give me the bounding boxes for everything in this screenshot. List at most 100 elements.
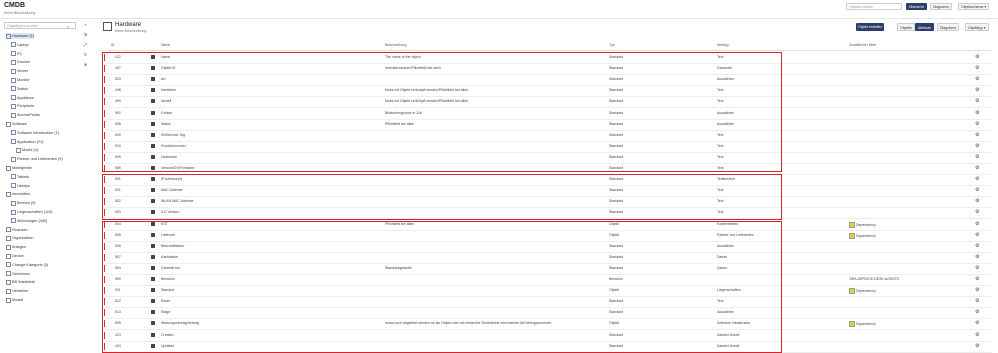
drag-handle[interactable]	[104, 54, 105, 61]
drag-handle[interactable]	[104, 220, 105, 228]
gear-icon[interactable]: ⚙	[975, 76, 979, 82]
gear-icon[interactable]: ⚙	[975, 187, 979, 193]
sidebar-item[interactable]: Switch	[11, 86, 28, 92]
drag-handle[interactable]	[104, 309, 105, 317]
attribute-name[interactable]: Version/OS/Firmware	[161, 166, 194, 170]
attribute-name[interactable]: SN/Service Tag	[161, 133, 185, 137]
drag-handle[interactable]	[104, 198, 105, 206]
gear-icon[interactable]: ⚙	[975, 320, 979, 326]
gear-icon[interactable]: ⚙	[975, 198, 979, 204]
gear-icon[interactable]: ⚙	[975, 87, 979, 93]
drag-handle[interactable]	[104, 287, 105, 295]
drag-handle[interactable]	[104, 342, 105, 350]
drag-handle[interactable]	[104, 331, 105, 339]
gear-icon[interactable]: ⚙	[975, 132, 979, 138]
attribute-name[interactable]: Status	[161, 122, 171, 126]
drag-handle[interactable]	[104, 109, 105, 117]
drag-handle[interactable]	[104, 320, 105, 328]
tab-attributes[interactable]: Attribute	[915, 23, 935, 31]
object-search-input[interactable]: Objekte suchen	[846, 3, 902, 10]
attribute-name[interactable]: Beschaffdatum	[161, 244, 184, 248]
sidebar-item[interactable]: Software Infrastruktur (1)	[11, 130, 59, 136]
sidebar-item[interactable]: Laptop	[11, 42, 29, 48]
overview-button[interactable]: Übersicht	[906, 3, 927, 10]
gear-icon[interactable]: ⚙	[975, 287, 979, 293]
expand-icon[interactable]: ⤢	[82, 42, 89, 48]
gear-icon[interactable]: ⚙	[975, 265, 979, 271]
attribute-name[interactable]: Standort	[161, 288, 174, 292]
drag-handle[interactable]	[104, 131, 105, 139]
search-icon[interactable]: ⌕	[67, 24, 69, 29]
attribute-name[interactable]: Created	[161, 333, 173, 337]
drag-handle[interactable]	[104, 165, 105, 172]
collapse-icon[interactable]: «	[82, 22, 89, 28]
sidebar-item[interactable]: Hardware (1)	[6, 33, 35, 39]
gear-icon[interactable]: ⚙	[975, 309, 979, 315]
attribute-name[interactable]: Art	[161, 77, 165, 81]
sidebar-item[interactable]: Software	[6, 121, 27, 127]
gear-icon[interactable]: ⚙	[975, 298, 979, 304]
gear-icon[interactable]: ⚙	[975, 165, 979, 171]
drag-handle[interactable]	[104, 264, 105, 272]
drag-handle[interactable]	[104, 153, 105, 161]
attribute-name[interactable]: Modell	[161, 99, 171, 103]
attribute-name[interactable]: Updated	[161, 344, 174, 348]
gear-icon[interactable]: ⚙	[975, 143, 979, 149]
sidebar-item[interactable]: Change Kategorie (3)	[6, 262, 48, 268]
attribute-name[interactable]: IP Adresse(n)	[161, 177, 182, 181]
drag-handle[interactable]	[104, 65, 105, 73]
sidebar-item[interactable]: Tablets	[11, 174, 29, 180]
drag-handle[interactable]	[104, 98, 105, 106]
sidebar-item[interactable]: Server	[11, 68, 28, 74]
sidebar-item[interactable]: Appliance	[11, 95, 34, 101]
gear-icon[interactable]: ⚙	[975, 276, 979, 282]
drag-handle[interactable]	[104, 120, 105, 128]
drag-handle[interactable]	[104, 253, 105, 261]
gear-icon[interactable]: ⚙	[975, 343, 979, 349]
sidebar-item[interactable]: Immobilien	[6, 191, 30, 197]
attribute-name[interactable]: Garantie bis	[161, 266, 180, 270]
drag-handle[interactable]	[104, 242, 105, 250]
add-icon[interactable]: ⊕	[82, 62, 89, 68]
gear-icon[interactable]: ⚙	[975, 209, 979, 215]
attribute-name[interactable]: Hostname	[161, 155, 177, 159]
sidebar-item[interactable]: Device	[6, 253, 24, 259]
gear-icon[interactable]: ⚙	[975, 98, 979, 104]
sidebar-item[interactable]: Monitor	[11, 77, 30, 83]
sidebar-item[interactable]: Modell	[6, 297, 23, 303]
attribute-name[interactable]: Benutzer	[161, 277, 175, 281]
gear-icon[interactable]: ⚙	[975, 121, 979, 127]
drag-handle[interactable]	[104, 231, 105, 239]
attribute-name[interactable]: Wartungsvertrag/Vertrag	[161, 321, 199, 325]
gear-icon[interactable]: ⚙	[975, 254, 979, 260]
sidebar-item[interactable]: Liegenschaften (110)	[11, 209, 52, 215]
gear-icon[interactable]: ⚙	[975, 154, 979, 160]
attribute-name[interactable]: Raum	[161, 299, 170, 303]
sidebar-item[interactable]: Mobilgeräte	[6, 165, 32, 171]
sidebar-item[interactable]: Modul (4)	[16, 147, 38, 153]
diagram-button[interactable]: Diagramm	[930, 3, 953, 10]
sidebar-item[interactable]: Partner und Lieferanten (9)	[11, 156, 63, 162]
gear-icon[interactable]: ⚙	[975, 65, 979, 71]
sidebar-item[interactable]: Gehwerwx	[6, 271, 30, 277]
objecttype-menu-button[interactable]: Objekttyp ▾	[965, 23, 989, 31]
sidebar-item[interactable]: AccessPoints	[11, 112, 40, 118]
attribute-name[interactable]: Lieferant	[161, 233, 175, 237]
attribute-name[interactable]: MAC Adresse	[161, 188, 182, 192]
gear-icon[interactable]: ⚙	[975, 110, 979, 116]
drag-handle[interactable]	[104, 87, 105, 95]
drag-handle[interactable]	[104, 209, 105, 217]
attribute-name[interactable]: Objekt ID	[161, 66, 176, 70]
attribute-name[interactable]: Hersteller	[161, 88, 176, 92]
drag-handle[interactable]	[104, 187, 105, 195]
gear-icon[interactable]: ⚙	[975, 176, 979, 182]
attribute-name[interactable]: ILO Version	[161, 210, 179, 214]
sidebar-item[interactable]: Bereich (9)	[11, 200, 36, 206]
attribute-name[interactable]: Produktnummer	[161, 144, 186, 148]
drag-handle[interactable]	[104, 176, 105, 184]
create-object-button[interactable]: Objekt erstellen	[856, 23, 885, 31]
sidebar-item[interactable]: Wohnungen (440)	[11, 218, 47, 224]
sidebar-item[interactable]: PC	[11, 51, 22, 57]
attribute-name[interactable]: Etage	[161, 310, 170, 314]
gear-icon[interactable]: ⚙	[975, 243, 979, 249]
